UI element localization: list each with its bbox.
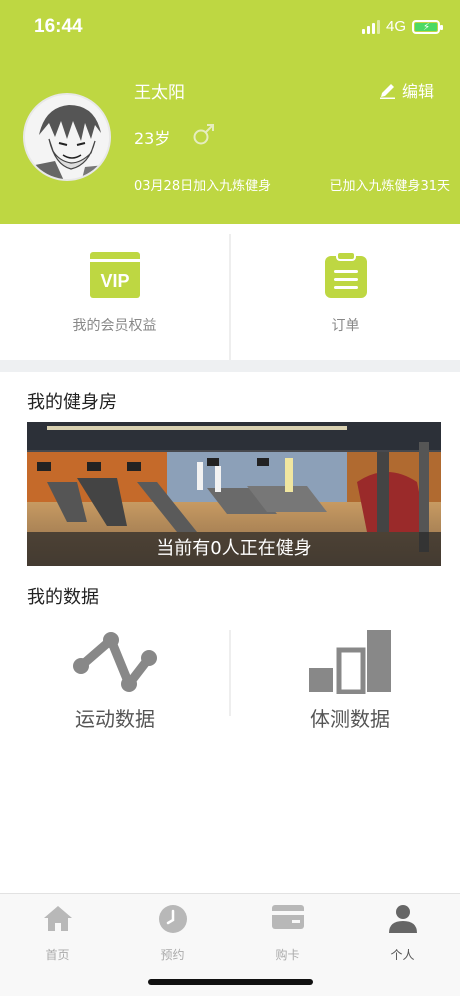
tab-profile-label: 个人 bbox=[390, 948, 415, 962]
vip-card-icon: VIP bbox=[89, 252, 140, 302]
tab-buy-card-label: 购卡 bbox=[275, 948, 300, 962]
person-icon bbox=[388, 905, 417, 933]
status-time: 16:44 bbox=[34, 16, 83, 37]
card-icon bbox=[271, 905, 304, 929]
user-age: 23岁 bbox=[134, 129, 171, 148]
battery-icon: ⚡ bbox=[412, 19, 443, 34]
tab-buy-card[interactable]: 购卡 bbox=[230, 902, 345, 962]
clipboard-icon bbox=[324, 251, 367, 302]
line-chart-icon bbox=[71, 628, 159, 698]
user-name: 王太阳 bbox=[134, 83, 185, 103]
my-data-title: 我的数据 bbox=[27, 587, 99, 608]
body-test-data-label: 体测数据 bbox=[310, 707, 390, 731]
status-bar: 16:44 4G ⚡ bbox=[0, 0, 460, 56]
join-date: 03月28日加入九炼健身 bbox=[134, 179, 272, 194]
tab-booking-label: 预约 bbox=[160, 948, 185, 962]
membership-benefits-label: 我的会员权益 bbox=[72, 318, 157, 334]
home-icon bbox=[43, 906, 72, 931]
orders-button[interactable]: 订单 bbox=[231, 224, 460, 360]
edit-button[interactable]: 编辑 bbox=[379, 78, 434, 102]
exercise-data-label: 运动数据 bbox=[75, 707, 155, 731]
data-divider bbox=[229, 630, 231, 716]
orders-label: 订单 bbox=[331, 318, 360, 334]
tab-home-label: 首页 bbox=[45, 948, 70, 962]
membership-benefits-button[interactable]: VIP 我的会员权益 bbox=[0, 224, 229, 360]
clock-icon bbox=[158, 905, 187, 933]
home-indicator[interactable] bbox=[148, 979, 313, 985]
status-indicators: 4G ⚡ bbox=[361, 18, 443, 35]
bar-chart-icon bbox=[307, 628, 393, 698]
profile-header: 16:44 4G ⚡ 王太阳 编辑 23岁 03月28日加入九炼健身 已加入九炼… bbox=[0, 0, 460, 224]
edit-label: 编辑 bbox=[401, 82, 434, 101]
section-separator bbox=[0, 360, 460, 372]
gym-banner[interactable]: 当前有0人正在健身 bbox=[27, 422, 441, 566]
my-data-section: 运动数据 体测数据 bbox=[0, 620, 460, 740]
tab-home[interactable]: 首页 bbox=[0, 902, 115, 962]
vip-badge: VIP bbox=[100, 271, 129, 291]
male-icon bbox=[192, 122, 216, 150]
tab-profile[interactable]: 个人 bbox=[345, 902, 460, 962]
signal-icon bbox=[361, 19, 380, 34]
pencil-icon bbox=[379, 83, 395, 99]
gym-occupancy-caption: 当前有0人正在健身 bbox=[27, 532, 441, 566]
exercise-data-button[interactable]: 运动数据 bbox=[0, 620, 230, 740]
body-test-data-button[interactable]: 体测数据 bbox=[235, 620, 460, 740]
quick-actions: VIP 我的会员权益 订单 bbox=[0, 224, 460, 360]
avatar[interactable] bbox=[23, 93, 111, 181]
network-type: 4G bbox=[385, 18, 406, 35]
join-days: 已加入九炼健身31天 bbox=[329, 179, 450, 194]
tab-booking[interactable]: 预约 bbox=[115, 902, 230, 962]
my-gym-title: 我的健身房 bbox=[27, 392, 117, 413]
